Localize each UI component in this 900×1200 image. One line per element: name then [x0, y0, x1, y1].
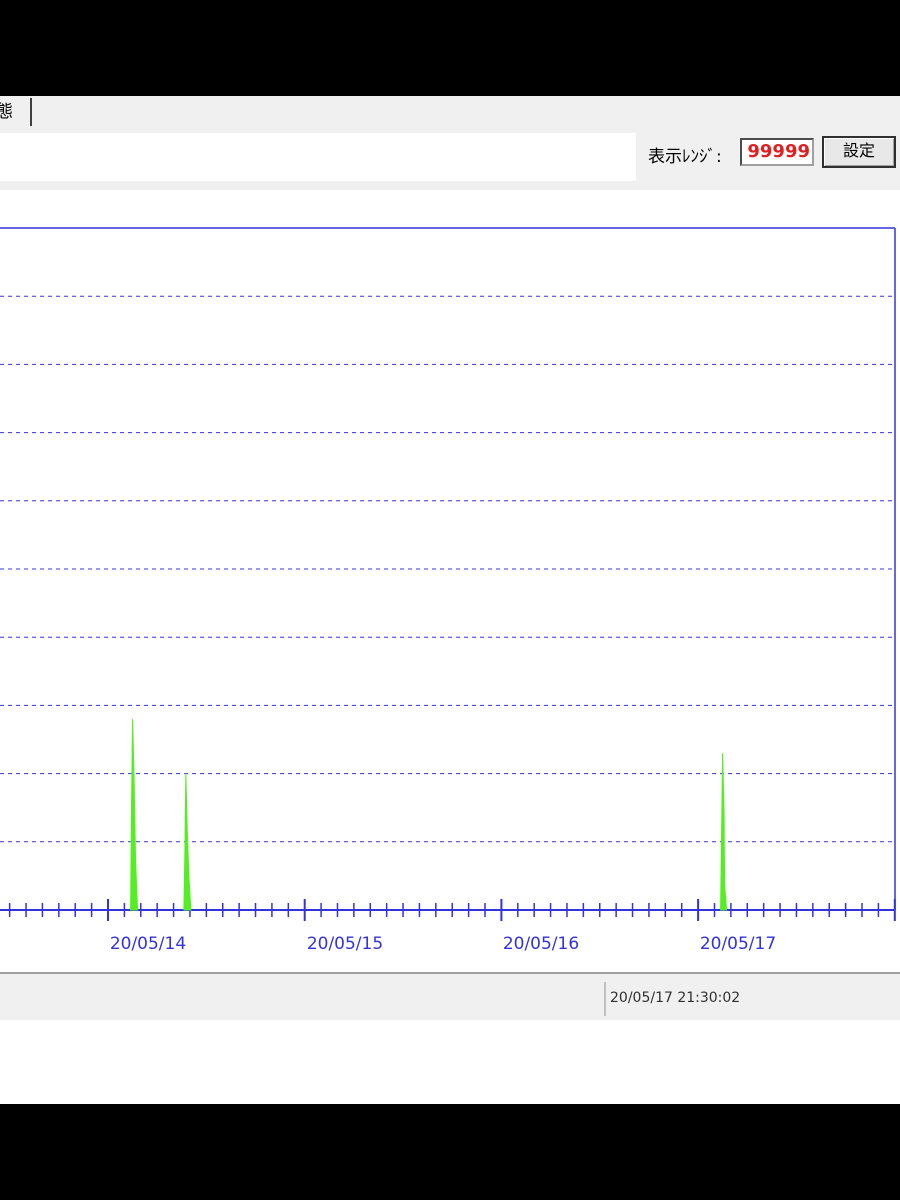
- x-tick-label: 20/05/16: [503, 934, 579, 954]
- display-range-input[interactable]: 99999: [740, 138, 814, 166]
- chart-area: 20/05/14 20/05/15 20/05/16 20/05/17: [0, 190, 900, 976]
- trend-chart: 20/05/14 20/05/15 20/05/16 20/05/17: [0, 227, 896, 954]
- status-timestamp: 20/05/17 21:30:02: [610, 990, 741, 1006]
- tab-bar: 態: [0, 96, 900, 130]
- tab-status[interactable]: 態: [0, 98, 32, 126]
- data-spike: [183, 773, 192, 911]
- status-panel: [0, 982, 606, 1016]
- status-bar: 20/05/17 21:30:02: [0, 972, 900, 1020]
- x-tick-label: 20/05/14: [110, 934, 186, 954]
- toolbar-panel: [0, 133, 636, 181]
- data-spike: [720, 753, 728, 911]
- application-window: 態 表示ﾚﾝｼﾞ: 99999 設定 20/05/1420/05/1520/05…: [0, 96, 900, 1104]
- x-tick-label: 20/05/15: [307, 934, 383, 954]
- x-tick-label: 20/05/17: [700, 934, 776, 954]
- set-button[interactable]: 設定: [822, 136, 896, 168]
- window-padding: [0, 1020, 900, 1104]
- data-spike: [130, 719, 139, 911]
- display-range-label: 表示ﾚﾝｼﾞ:: [648, 147, 722, 167]
- toolbar: 表示ﾚﾝｼﾞ: 99999 設定: [0, 130, 900, 190]
